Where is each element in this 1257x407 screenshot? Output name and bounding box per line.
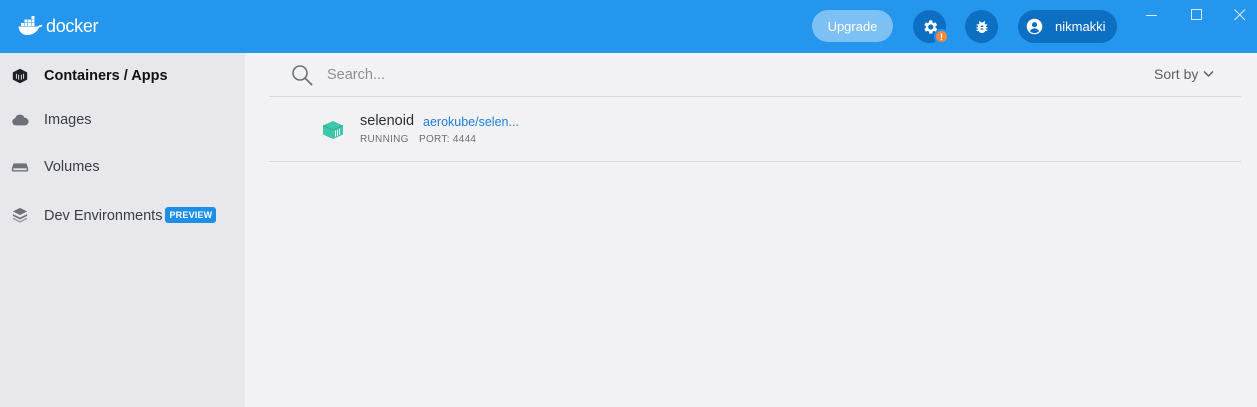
warning-badge: ! (934, 29, 949, 44)
logo-text: docker (46, 15, 99, 36)
container-image-link[interactable]: aerokube/selen... (423, 115, 519, 129)
minimize-icon (1146, 15, 1157, 16)
dev-environments-icon (10, 205, 30, 225)
troubleshoot-button[interactable] (965, 10, 998, 43)
preview-badge: PREVIEW (165, 206, 217, 223)
search-icon (291, 64, 313, 91)
maximize-button[interactable] (1187, 5, 1207, 25)
sidebar-item-images[interactable]: Images (0, 100, 245, 140)
sidebar-item-volumes[interactable]: Volumes (0, 147, 245, 187)
sidebar-item-label-wrap: Dev Environments PREVIEW (44, 206, 217, 224)
user-icon (1026, 18, 1043, 35)
container-port: PORT: 4444 (419, 134, 477, 145)
docker-logo: docker (18, 14, 99, 38)
status-badge: RUNNING (360, 134, 409, 145)
running-container-icon (322, 120, 344, 145)
whale-icon (18, 16, 43, 35)
minimize-button[interactable] (1142, 5, 1162, 25)
search-input[interactable] (327, 64, 827, 86)
cloud-icon (10, 110, 30, 130)
container-name[interactable]: selenoid (360, 113, 414, 129)
sort-by-label: Sort by (1154, 66, 1199, 82)
chevron-down-icon (1203, 70, 1214, 78)
volume-drive-icon (10, 157, 30, 177)
sidebar-item-label: Containers / Apps (44, 68, 168, 84)
container-cube-icon (10, 66, 30, 86)
settings-button[interactable]: ! (913, 10, 949, 44)
sidebar-item-label: Dev Environments (44, 207, 163, 224)
close-icon (1234, 9, 1246, 21)
sidebar-item-dev-environments[interactable]: Dev Environments PREVIEW (0, 195, 245, 235)
sidebar-item-label: Images (44, 112, 92, 128)
maximize-icon (1191, 9, 1202, 20)
search-bar: Sort by (269, 53, 1241, 97)
upgrade-button[interactable]: Upgrade (812, 10, 893, 42)
account-button[interactable]: nikmakki (1018, 10, 1117, 43)
sidebar-item-label: Volumes (44, 159, 100, 175)
table-row[interactable]: selenoid aerokube/selen... RUNNING PORT:… (269, 97, 1241, 162)
sort-by-dropdown[interactable]: Sort by (1154, 66, 1214, 82)
sidebar: Containers / Apps Images Volumes Dev Env… (0, 53, 245, 407)
bug-icon (976, 20, 987, 33)
sidebar-item-containers[interactable]: Containers / Apps (0, 56, 245, 96)
title-bar: docker Upgrade ! nikmakki (0, 0, 1257, 53)
main-content: Sort by selenoid aerokube/selen... RUNNI… (245, 53, 1257, 407)
username: nikmakki (1055, 19, 1106, 34)
close-button[interactable] (1230, 5, 1250, 25)
